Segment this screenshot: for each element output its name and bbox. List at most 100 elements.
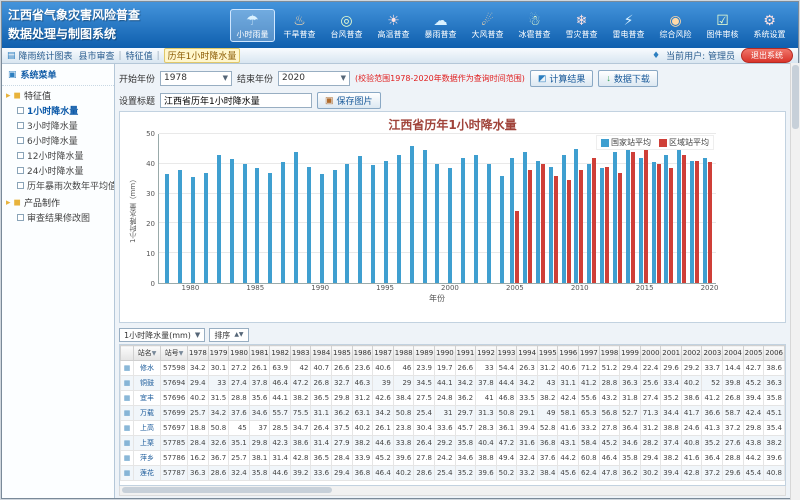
bar-national-1997	[410, 146, 414, 283]
value-cell: 42.8	[681, 466, 702, 481]
column-header-year[interactable]: 1984	[311, 346, 332, 361]
column-header-year[interactable]: 1993	[496, 346, 517, 361]
station-name-cell: 宜丰	[134, 391, 161, 406]
sort-dropdown[interactable]: 排序 ▲▼	[209, 328, 248, 342]
value-cell: 31.4	[311, 436, 332, 451]
toolbar-item-11[interactable]: ☑图件审核	[700, 9, 745, 42]
column-header-year[interactable]: 1987	[373, 346, 394, 361]
column-header-year[interactable]: 1979	[208, 346, 229, 361]
column-header-year[interactable]: 2002	[681, 346, 702, 361]
column-header-year[interactable]: 1990	[434, 346, 455, 361]
table-row[interactable]: ▦上高5769718.850.8453728.534.726.437.540.2…	[121, 421, 785, 436]
toolbar-item-8[interactable]: ❄雪灾普查	[559, 9, 604, 42]
column-header-year[interactable]: 1983	[290, 346, 311, 361]
table-controls: 1小时降水量(mm) ▼ 排序 ▲▼	[119, 326, 786, 344]
download-button[interactable]: ↓ 数据下载	[598, 70, 658, 87]
tree-item[interactable]: 12小时降水量	[2, 148, 114, 163]
table-row[interactable]: ▦萍乡5778616.236.725.738.131.442.836.528.4…	[121, 451, 785, 466]
column-header-year[interactable]: 1982	[270, 346, 291, 361]
bar-group-2019	[688, 134, 701, 283]
table-row[interactable]: ▦莲花5778736.328.632.435.844.639.233.629.4…	[121, 466, 785, 481]
module-tab-label: 降雨统计图表	[19, 49, 73, 62]
column-header-year[interactable]: 1981	[249, 346, 270, 361]
vertical-scrollbar[interactable]	[790, 63, 800, 500]
toolbar-item-7[interactable]: ☃冰雹普查	[512, 9, 557, 42]
horizontal-scrollbar[interactable]	[119, 486, 786, 496]
column-header-year[interactable]: 1999	[620, 346, 641, 361]
column-header-year[interactable]: 1988	[393, 346, 414, 361]
chart-title-input[interactable]	[160, 93, 312, 108]
bar-group-1989	[302, 134, 315, 283]
tree-item[interactable]: 3小时降水量	[2, 118, 114, 133]
column-header-year[interactable]: 1991	[455, 346, 476, 361]
value-cell: 44.2	[743, 451, 764, 466]
column-header-year[interactable]: 2001	[661, 346, 682, 361]
vertical-scrollbar-thumb[interactable]	[792, 65, 799, 129]
column-header-station-id[interactable]: 站号▼	[161, 346, 188, 361]
column-header-year[interactable]: 1998	[599, 346, 620, 361]
toolbar-item-12[interactable]: ⚙系统设置	[747, 9, 792, 42]
toolbar-item-2[interactable]: ♨干旱普查	[277, 9, 322, 42]
table-row[interactable]: ▦铜鼓5769429.43327.437.846.447.226.832.746…	[121, 376, 785, 391]
column-header-year[interactable]: 1986	[352, 346, 373, 361]
save-image-button[interactable]: ▣ 保存图片	[317, 92, 381, 109]
toolbar-item-4[interactable]: ☀高温普查	[371, 9, 416, 42]
column-header-year[interactable]: 1994	[517, 346, 538, 361]
tree-item[interactable]: 审查结果修改图	[2, 210, 114, 225]
column-header-year[interactable]: 1989	[414, 346, 435, 361]
calculate-button[interactable]: ◩ 计算结果	[530, 70, 594, 87]
value-cell: 42.4	[558, 391, 579, 406]
value-cell: 35.2	[455, 466, 476, 481]
column-header-year[interactable]: 1985	[332, 346, 353, 361]
column-header-year[interactable]: 2005	[743, 346, 764, 361]
bar-group-2011	[585, 134, 598, 283]
toolbar-item-10[interactable]: ◉综合风险	[653, 9, 698, 42]
tab-rain-statistics-chart[interactable]: ▤ 降雨统计图表	[7, 49, 73, 62]
value-cell: 36.2	[620, 466, 641, 481]
tree-item[interactable]: 历年暴雨次数年平均值图	[2, 178, 114, 193]
bar-group-1981	[200, 134, 213, 283]
column-header-station[interactable]: 站名▼	[134, 346, 161, 361]
column-header-year[interactable]: 2004	[723, 346, 744, 361]
tree-item[interactable]: 6小时降水量	[2, 133, 114, 148]
toolbar-item-5[interactable]: ☁暴雨普查	[418, 9, 463, 42]
column-header-year[interactable]: 1992	[476, 346, 497, 361]
toolbar-item-3[interactable]: ◎台风普查	[324, 9, 369, 42]
breadcrumb-item[interactable]: 县市审查	[79, 49, 115, 62]
column-header-year[interactable]: 1996	[558, 346, 579, 361]
table-row[interactable]: ▦万载5769925.734.237.634.655.775.531.136.2…	[121, 406, 785, 421]
bar-regional-2015	[644, 147, 648, 283]
tree-group[interactable]: ▸◼产品制作	[2, 193, 114, 210]
end-year-select[interactable]: 2020 ▼	[278, 71, 350, 86]
value-cell: 47.8	[599, 466, 620, 481]
toolbar-item-6[interactable]: ☄大风普查	[465, 9, 510, 42]
column-header-year[interactable]: 1995	[537, 346, 558, 361]
column-header-year[interactable]: 2003	[702, 346, 723, 361]
x-tick-label: 2010	[571, 284, 589, 292]
breadcrumb-item[interactable]: 特征值	[126, 49, 153, 62]
tree-group[interactable]: ▸◼特征值	[2, 86, 114, 103]
column-header-year[interactable]: 2000	[640, 346, 661, 361]
x-tick-label: 1985	[246, 284, 264, 292]
column-header-year[interactable]: 2006	[764, 346, 785, 361]
legend-item: 国家站平均	[601, 137, 651, 148]
tree-item[interactable]: 1小时降水量	[2, 103, 114, 118]
start-year-select[interactable]: 1978 ▼	[160, 71, 232, 86]
horizontal-scrollbar-thumb[interactable]	[122, 487, 332, 493]
column-header-year[interactable]: 1980	[229, 346, 250, 361]
toolbar-item-9[interactable]: ⚡雷电普查	[606, 9, 651, 42]
breadcrumb-item[interactable]: 历年1小时降水量	[164, 48, 241, 63]
toolbar-module-icon: ☃	[513, 12, 556, 30]
table-row[interactable]: ▦修水5759834.230.127.226.163.94240.726.623…	[121, 361, 785, 376]
tree-item[interactable]: 24小时降水量	[2, 163, 114, 178]
logout-button[interactable]: 退出系统	[741, 48, 793, 63]
table-row[interactable]: ▦宜丰5769640.231.528.835.644.138.236.529.8…	[121, 391, 785, 406]
column-filter-dropdown[interactable]: 1小时降水量(mm) ▼	[119, 328, 205, 342]
value-cell: 36.8	[352, 466, 373, 481]
bar-group-2004	[495, 134, 508, 283]
table-row[interactable]: ▦上栗5778528.432.635.129.842.338.631.427.9…	[121, 436, 785, 451]
column-header-year[interactable]: 1997	[578, 346, 599, 361]
column-header-year[interactable]: 1978	[188, 346, 209, 361]
toolbar-item-1[interactable]: ☂小时雨量	[230, 9, 275, 42]
tree-item-label: 3小时降水量	[27, 119, 78, 132]
